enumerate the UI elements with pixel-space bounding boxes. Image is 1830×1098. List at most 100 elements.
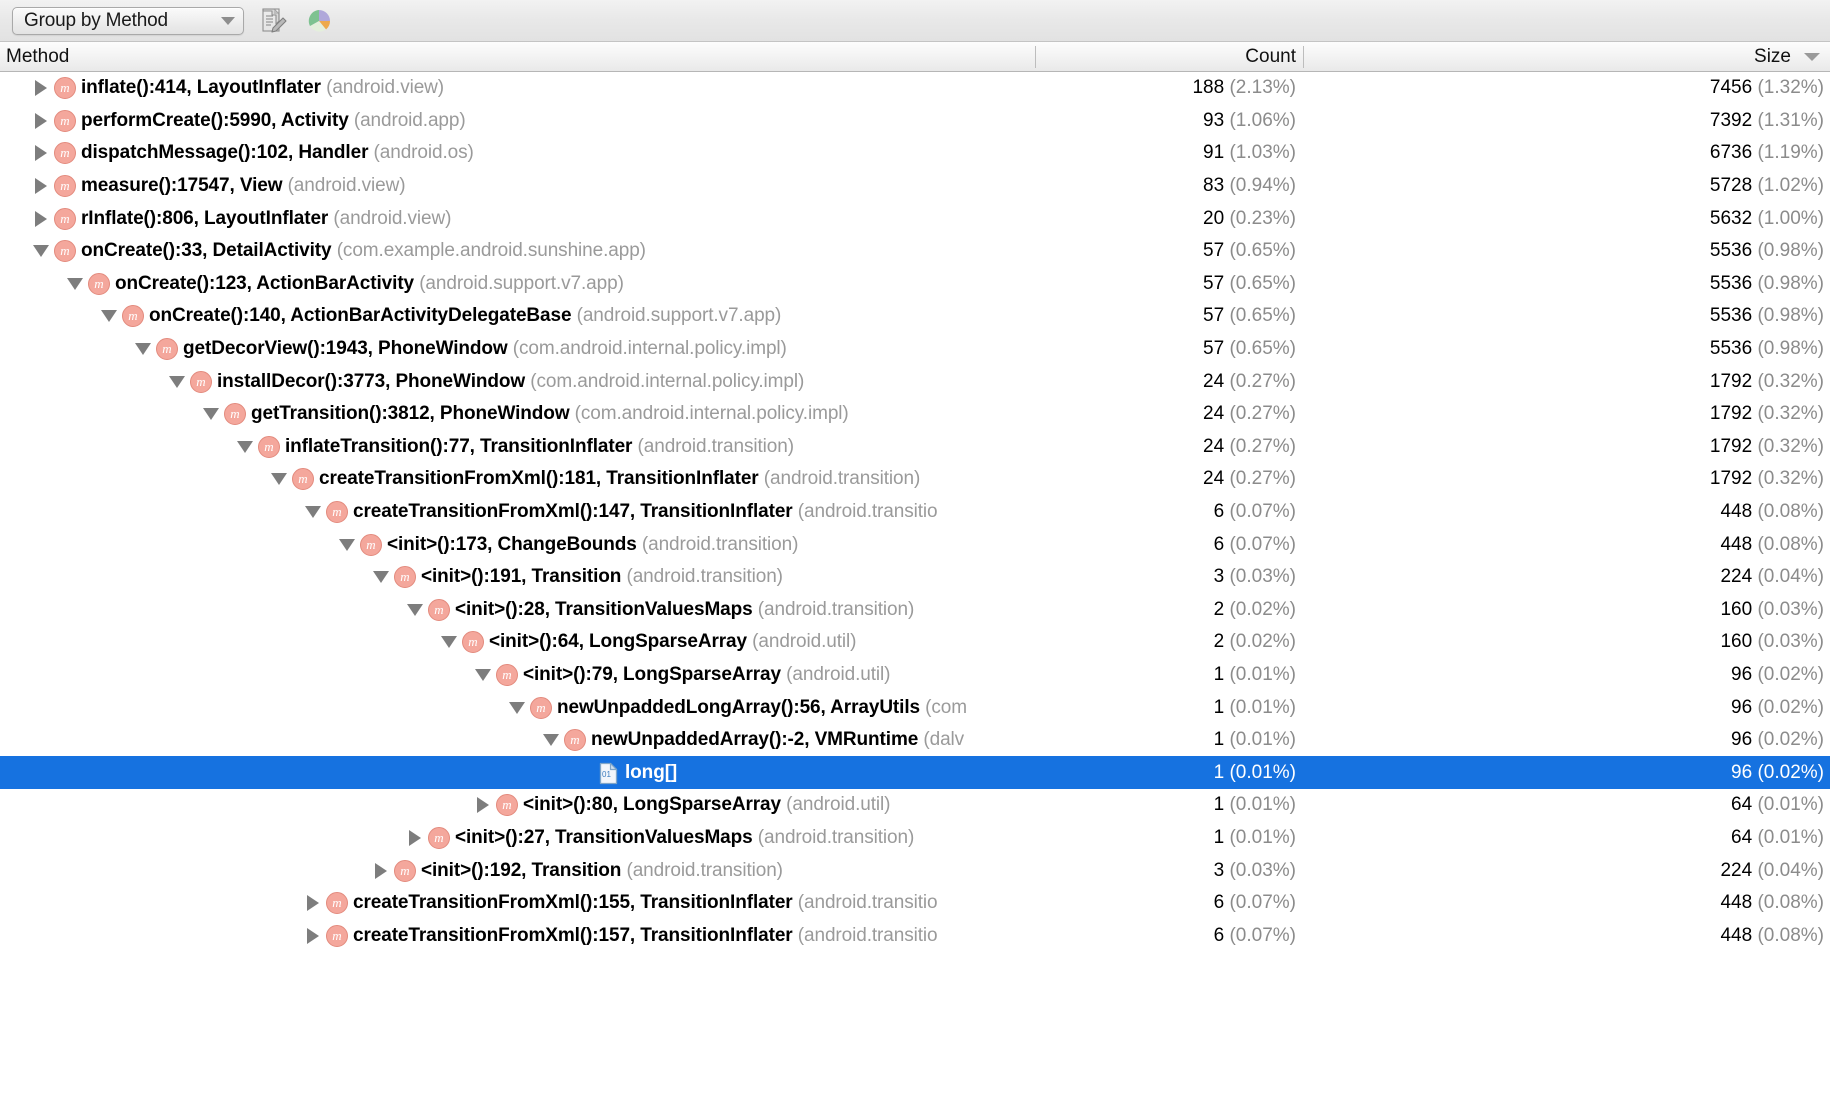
- triangle-down-icon: [67, 277, 83, 290]
- cell-size: 5536 (0.98%): [1304, 338, 1830, 360]
- cell-size: 160 (0.03%): [1304, 631, 1830, 653]
- disclosure-triangle-collapsed-icon[interactable]: [30, 137, 52, 170]
- table-row[interactable]: m <init>():191, Transition (android.trans…: [0, 561, 1830, 594]
- table-row[interactable]: 01 long[] 1 (0.01%) 96 (0.02%): [0, 756, 1830, 790]
- group-by-dropdown[interactable]: Group by Method: [12, 6, 244, 35]
- disclosure-triangle-collapsed-icon[interactable]: [30, 202, 52, 235]
- cell-count: 24 (0.27%): [1036, 403, 1304, 425]
- count-value: 57: [1203, 305, 1225, 327]
- cell-count: 83 (0.94%): [1036, 175, 1304, 197]
- table-row[interactable]: m <init>():64, LongSparseArray (android.u…: [0, 626, 1830, 659]
- triangle-right-icon: [307, 927, 319, 944]
- disclosure-triangle-expanded-icon[interactable]: [336, 528, 358, 561]
- disclosure-triangle-collapsed-icon[interactable]: [370, 854, 392, 887]
- table-row[interactable]: m performCreate():5990, Activity (android…: [0, 105, 1830, 138]
- method-signature: inflate():414, LayoutInflater (android.v…: [81, 77, 444, 99]
- disclosure-triangle-expanded-icon[interactable]: [472, 659, 494, 692]
- column-header-count[interactable]: Count: [1036, 42, 1304, 72]
- disclosure-triangle-expanded-icon[interactable]: [200, 398, 222, 431]
- disclosure-triangle-collapsed-icon[interactable]: [30, 105, 52, 138]
- disclosure-triangle-collapsed-icon[interactable]: [472, 789, 494, 822]
- table-row[interactable]: m onCreate():140, ActionBarActivityDelega…: [0, 300, 1830, 333]
- table-row[interactable]: m <init>():79, LongSparseArray (android.u…: [0, 659, 1830, 692]
- method-name: <init>():28, TransitionValuesMaps: [455, 598, 753, 620]
- cell-method: m createTransitionFromXml():147, Transiti…: [0, 496, 1036, 529]
- table-row[interactable]: m installDecor():3773, PhoneWindow (com.a…: [0, 365, 1830, 398]
- disclosure-triangle-collapsed-icon[interactable]: [302, 887, 324, 920]
- table-row[interactable]: m getTransition():3812, PhoneWindow (com.…: [0, 398, 1830, 431]
- disclosure-triangle-expanded-icon[interactable]: [64, 268, 86, 301]
- disclosure-triangle-expanded-icon[interactable]: [404, 594, 426, 627]
- size-percent: (1.31%): [1757, 109, 1824, 131]
- table-row[interactable]: m measure():17547, View (android.view) 83 …: [0, 170, 1830, 203]
- method-signature: <init>():28, TransitionValuesMaps (andro…: [455, 599, 914, 621]
- method-icon: m: [428, 826, 450, 849]
- size-percent: (0.98%): [1757, 338, 1824, 360]
- cell-method: m newUnpaddedLongArray():56, ArrayUtils (…: [0, 691, 1036, 724]
- table-row[interactable]: m dispatchMessage():102, Handler (android…: [0, 137, 1830, 170]
- method-package: (android.support.v7.app): [571, 305, 782, 327]
- disclosure-triangle-expanded-icon[interactable]: [166, 365, 188, 398]
- method-tree[interactable]: m inflate():414, LayoutInflater (android.…: [0, 72, 1830, 1098]
- disclosure-triangle-expanded-icon[interactable]: [370, 561, 392, 594]
- size-value: 7392: [1709, 109, 1753, 131]
- method-icon: m: [292, 468, 314, 491]
- table-row[interactable]: m onCreate():123, ActionBarActivity (andr…: [0, 268, 1830, 301]
- method-signature: getTransition():3812, PhoneWindow (com.a…: [251, 403, 849, 425]
- cell-method: m measure():17547, View (android.view): [0, 170, 1036, 203]
- cell-size: 1792 (0.32%): [1304, 403, 1830, 425]
- column-header-size[interactable]: Size: [1304, 42, 1830, 72]
- disclosure-triangle-collapsed-icon[interactable]: [404, 822, 426, 855]
- disclosure-triangle-expanded-icon[interactable]: [234, 431, 256, 464]
- size-value: 5536: [1709, 240, 1753, 262]
- disclosure-triangle-expanded-icon[interactable]: [302, 496, 324, 529]
- table-row[interactable]: m newUnpaddedLongArray():56, ArrayUtils (…: [0, 691, 1830, 724]
- cell-size: 7392 (1.31%): [1304, 110, 1830, 132]
- table-row[interactable]: m getDecorView():1943, PhoneWindow (com.a…: [0, 333, 1830, 366]
- disclosure-triangle-expanded-icon[interactable]: [30, 235, 52, 268]
- disclosure-triangle-collapsed-icon[interactable]: [30, 72, 52, 105]
- method-name: <init>():27, TransitionValuesMaps: [455, 826, 753, 848]
- cell-method: m <init>():27, TransitionValuesMaps (andr…: [0, 822, 1036, 855]
- disclosure-triangle-expanded-icon[interactable]: [540, 724, 562, 757]
- cell-method: m onCreate():33, DetailActivity (com.exam…: [0, 235, 1036, 268]
- disclosure-triangle-expanded-icon[interactable]: [268, 463, 290, 496]
- table-row[interactable]: m createTransitionFromXml():181, Transiti…: [0, 463, 1830, 496]
- edit-document-button[interactable]: [256, 4, 290, 38]
- count-value: 3: [1213, 859, 1225, 881]
- pie-chart-button[interactable]: [302, 4, 336, 38]
- cell-method: m <init>():173, ChangeBounds (android.tra…: [0, 528, 1036, 561]
- method-signature: createTransitionFromXml():155, Transitio…: [353, 892, 938, 914]
- triangle-down-icon: [509, 701, 525, 714]
- table-row[interactable]: m <init>():173, ChangeBounds (android.tra…: [0, 528, 1830, 561]
- table-row[interactable]: m <init>():27, TransitionValuesMaps (andr…: [0, 822, 1830, 855]
- table-row[interactable]: m newUnpaddedArray():-2, VMRuntime (dalv 1…: [0, 724, 1830, 757]
- triangle-right-icon: [409, 829, 421, 846]
- method-package: (dalv: [918, 729, 965, 751]
- table-row[interactable]: m <init>():192, Transition (android.trans…: [0, 854, 1830, 887]
- disclosure-triangle-collapsed-icon[interactable]: [30, 170, 52, 203]
- table-row[interactable]: m inflate():414, LayoutInflater (android.…: [0, 72, 1830, 105]
- disclosure-triangle-expanded-icon[interactable]: [98, 300, 120, 333]
- table-row[interactable]: m createTransitionFromXml():147, Transiti…: [0, 496, 1830, 529]
- method-name: createTransitionFromXml():157, Transitio…: [353, 924, 793, 946]
- cell-size: 6736 (1.19%): [1304, 142, 1830, 164]
- table-row[interactable]: m createTransitionFromXml():157, Transiti…: [0, 919, 1830, 952]
- table-row[interactable]: m <init>():28, TransitionValuesMaps (andr…: [0, 594, 1830, 627]
- disclosure-triangle-expanded-icon[interactable]: [132, 333, 154, 366]
- method-package: (com.example.android.sunshine.app): [331, 240, 646, 262]
- column-header-method[interactable]: Method: [0, 42, 1036, 72]
- size-value: 448: [1720, 501, 1753, 523]
- table-row[interactable]: m rInflate():806, LayoutInflater (android…: [0, 202, 1830, 235]
- method-signature: measure():17547, View (android.view): [81, 175, 406, 197]
- disclosure-triangle-expanded-icon[interactable]: [438, 626, 460, 659]
- count-percent: (0.02%): [1229, 631, 1296, 653]
- table-row[interactable]: m <init>():80, LongSparseArray (android.u…: [0, 789, 1830, 822]
- table-row[interactable]: m createTransitionFromXml():155, Transiti…: [0, 887, 1830, 920]
- disclosure-triangle-collapsed-icon[interactable]: [302, 919, 324, 952]
- disclosure-triangle-expanded-icon[interactable]: [506, 691, 528, 724]
- table-row[interactable]: m inflateTransition():77, TransitionInfla…: [0, 431, 1830, 464]
- table-row[interactable]: m onCreate():33, DetailActivity (com.exam…: [0, 235, 1830, 268]
- size-value: 7456: [1709, 77, 1753, 99]
- method-package: (android.transition): [752, 826, 915, 848]
